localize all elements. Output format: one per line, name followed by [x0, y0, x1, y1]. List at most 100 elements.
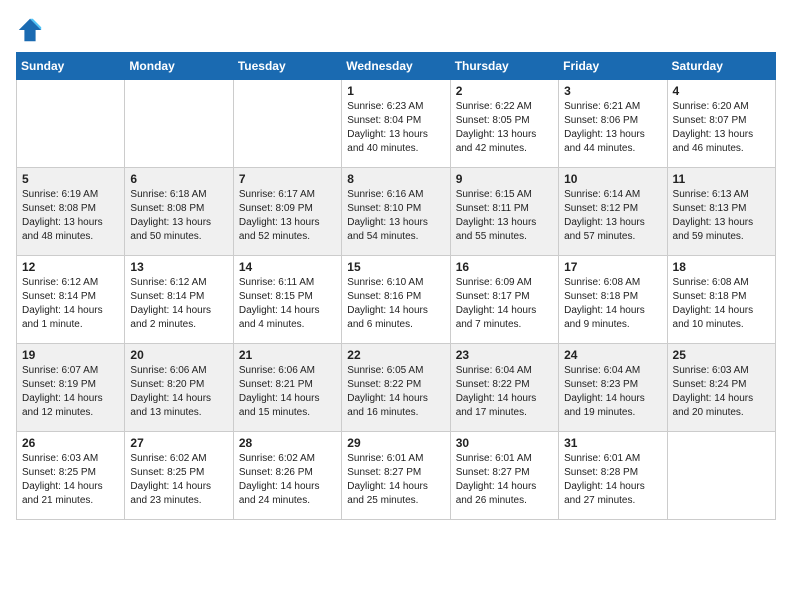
header-cell-tuesday: Tuesday: [233, 53, 341, 80]
calendar-table: SundayMondayTuesdayWednesdayThursdayFrid…: [16, 52, 776, 520]
day-number: 6: [130, 172, 227, 186]
day-number: 18: [673, 260, 770, 274]
calendar-cell: 3 Sunrise: 6:21 AM Sunset: 8:06 PM Daylig…: [559, 80, 667, 168]
day-number: 15: [347, 260, 444, 274]
day-info: Sunrise: 6:20 AM Sunset: 8:07 PM Dayligh…: [673, 100, 770, 156]
day-info: Sunrise: 6:19 AM Sunset: 8:08 PM Dayligh…: [22, 188, 119, 244]
header-cell-wednesday: Wednesday: [342, 53, 450, 80]
day-number: 29: [347, 436, 444, 450]
day-number: 23: [456, 348, 553, 362]
day-info: Sunrise: 6:10 AM Sunset: 8:16 PM Dayligh…: [347, 276, 444, 332]
day-info: Sunrise: 6:04 AM Sunset: 8:22 PM Dayligh…: [456, 364, 553, 420]
header-row: SundayMondayTuesdayWednesdayThursdayFrid…: [17, 53, 776, 80]
header-cell-saturday: Saturday: [667, 53, 775, 80]
calendar-cell: 9Sunrise: 6:15 AM Sunset: 8:11 PM Daylig…: [450, 168, 558, 256]
day-info: Sunrise: 6:13 AM Sunset: 8:13 PM Dayligh…: [673, 188, 770, 244]
calendar-cell: 4Sunrise: 6:20 AM Sunset: 8:07 PM Daylig…: [667, 80, 775, 168]
logo-icon: [16, 16, 44, 44]
calendar-week-3: 19 Sunrise: 6:07 AM Sunset: 8:19 PM Dayli…: [17, 344, 776, 432]
calendar-cell: 8Sunrise: 6:16 AM Sunset: 8:10 PM Daylig…: [342, 168, 450, 256]
calendar-cell: 31 Sunrise: 6:01 AM Sunset: 8:28 PM Dayli…: [559, 432, 667, 520]
calendar-cell: 27Sunrise: 6:02 AM Sunset: 8:25 PM Dayli…: [125, 432, 233, 520]
calendar-cell: 16Sunrise: 6:09 AM Sunset: 8:17 PM Dayli…: [450, 256, 558, 344]
day-number: 16: [456, 260, 553, 274]
calendar-body: 1 Sunrise: 6:23 AM Sunset: 8:04 PM Daylig…: [17, 80, 776, 520]
day-number: 31: [564, 436, 661, 450]
calendar-cell: 1 Sunrise: 6:23 AM Sunset: 8:04 PM Daylig…: [342, 80, 450, 168]
day-info: Sunrise: 6:22 AM Sunset: 8:05 PM Dayligh…: [456, 100, 553, 156]
day-info: Sunrise: 6:01 AM Sunset: 8:27 PM Dayligh…: [456, 452, 553, 508]
calendar-week-0: 1 Sunrise: 6:23 AM Sunset: 8:04 PM Daylig…: [17, 80, 776, 168]
calendar-cell: [667, 432, 775, 520]
day-number: 28: [239, 436, 336, 450]
calendar-cell: 19 Sunrise: 6:07 AM Sunset: 8:19 PM Dayli…: [17, 344, 125, 432]
day-info: Sunrise: 6:21 AM Sunset: 8:06 PM Dayligh…: [564, 100, 661, 156]
day-number: 22: [347, 348, 444, 362]
calendar-cell: 29Sunrise: 6:01 AM Sunset: 8:27 PM Dayli…: [342, 432, 450, 520]
day-info: Sunrise: 6:01 AM Sunset: 8:28 PM Dayligh…: [564, 452, 661, 508]
day-number: 10: [564, 172, 661, 186]
calendar-cell: 5 Sunrise: 6:19 AM Sunset: 8:08 PM Daylig…: [17, 168, 125, 256]
day-number: 5: [22, 172, 119, 186]
day-number: 27: [130, 436, 227, 450]
day-info: Sunrise: 6:08 AM Sunset: 8:18 PM Dayligh…: [673, 276, 770, 332]
day-number: 30: [456, 436, 553, 450]
calendar-week-2: 12 Sunrise: 6:12 AM Sunset: 8:14 PM Dayli…: [17, 256, 776, 344]
calendar-cell: 21Sunrise: 6:06 AM Sunset: 8:21 PM Dayli…: [233, 344, 341, 432]
day-info: Sunrise: 6:23 AM Sunset: 8:04 PM Dayligh…: [347, 100, 444, 156]
day-number: 13: [130, 260, 227, 274]
calendar-cell: 30 Sunrise: 6:01 AM Sunset: 8:27 PM Dayli…: [450, 432, 558, 520]
day-number: 21: [239, 348, 336, 362]
day-number: 7: [239, 172, 336, 186]
calendar-cell: 28 Sunrise: 6:02 AM Sunset: 8:26 PM Dayli…: [233, 432, 341, 520]
day-number: 25: [673, 348, 770, 362]
day-number: 2: [456, 84, 553, 98]
day-number: 26: [22, 436, 119, 450]
day-info: Sunrise: 6:11 AM Sunset: 8:15 PM Dayligh…: [239, 276, 336, 332]
day-number: 24: [564, 348, 661, 362]
day-info: Sunrise: 6:07 AM Sunset: 8:19 PM Dayligh…: [22, 364, 119, 420]
calendar-week-4: 26 Sunrise: 6:03 AM Sunset: 8:25 PM Dayli…: [17, 432, 776, 520]
header-cell-friday: Friday: [559, 53, 667, 80]
header-cell-monday: Monday: [125, 53, 233, 80]
header-cell-sunday: Sunday: [17, 53, 125, 80]
day-info: Sunrise: 6:06 AM Sunset: 8:20 PM Dayligh…: [130, 364, 227, 420]
day-info: Sunrise: 6:18 AM Sunset: 8:08 PM Dayligh…: [130, 188, 227, 244]
header-cell-thursday: Thursday: [450, 53, 558, 80]
day-number: 17: [564, 260, 661, 274]
logo: [16, 16, 48, 44]
day-number: 14: [239, 260, 336, 274]
day-info: Sunrise: 6:02 AM Sunset: 8:26 PM Dayligh…: [239, 452, 336, 508]
header: [16, 16, 776, 44]
calendar-cell: 11 Sunrise: 6:13 AM Sunset: 8:13 PM Dayli…: [667, 168, 775, 256]
calendar-cell: [17, 80, 125, 168]
calendar-cell: 20 Sunrise: 6:06 AM Sunset: 8:20 PM Dayli…: [125, 344, 233, 432]
day-number: 19: [22, 348, 119, 362]
calendar-cell: 13 Sunrise: 6:12 AM Sunset: 8:14 PM Dayli…: [125, 256, 233, 344]
day-number: 12: [22, 260, 119, 274]
calendar-cell: 24 Sunrise: 6:04 AM Sunset: 8:23 PM Dayli…: [559, 344, 667, 432]
calendar-cell: 10Sunrise: 6:14 AM Sunset: 8:12 PM Dayli…: [559, 168, 667, 256]
calendar-header: SundayMondayTuesdayWednesdayThursdayFrid…: [17, 53, 776, 80]
day-number: 1: [347, 84, 444, 98]
day-number: 11: [673, 172, 770, 186]
calendar-week-1: 5 Sunrise: 6:19 AM Sunset: 8:08 PM Daylig…: [17, 168, 776, 256]
day-info: Sunrise: 6:12 AM Sunset: 8:14 PM Dayligh…: [130, 276, 227, 332]
day-info: Sunrise: 6:15 AM Sunset: 8:11 PM Dayligh…: [456, 188, 553, 244]
calendar-cell: 2 Sunrise: 6:22 AM Sunset: 8:05 PM Daylig…: [450, 80, 558, 168]
calendar-cell: 6 Sunrise: 6:18 AM Sunset: 8:08 PM Daylig…: [125, 168, 233, 256]
day-info: Sunrise: 6:03 AM Sunset: 8:25 PM Dayligh…: [22, 452, 119, 508]
day-info: Sunrise: 6:12 AM Sunset: 8:14 PM Dayligh…: [22, 276, 119, 332]
day-number: 20: [130, 348, 227, 362]
calendar-cell: 15 Sunrise: 6:10 AM Sunset: 8:16 PM Dayli…: [342, 256, 450, 344]
day-info: Sunrise: 6:16 AM Sunset: 8:10 PM Dayligh…: [347, 188, 444, 244]
day-info: Sunrise: 6:04 AM Sunset: 8:23 PM Dayligh…: [564, 364, 661, 420]
calendar-cell: 25Sunrise: 6:03 AM Sunset: 8:24 PM Dayli…: [667, 344, 775, 432]
day-info: Sunrise: 6:17 AM Sunset: 8:09 PM Dayligh…: [239, 188, 336, 244]
calendar-cell: 22 Sunrise: 6:05 AM Sunset: 8:22 PM Dayli…: [342, 344, 450, 432]
calendar-cell: 7 Sunrise: 6:17 AM Sunset: 8:09 PM Daylig…: [233, 168, 341, 256]
calendar-cell: [125, 80, 233, 168]
day-info: Sunrise: 6:05 AM Sunset: 8:22 PM Dayligh…: [347, 364, 444, 420]
calendar-cell: 23 Sunrise: 6:04 AM Sunset: 8:22 PM Dayli…: [450, 344, 558, 432]
day-number: 3: [564, 84, 661, 98]
